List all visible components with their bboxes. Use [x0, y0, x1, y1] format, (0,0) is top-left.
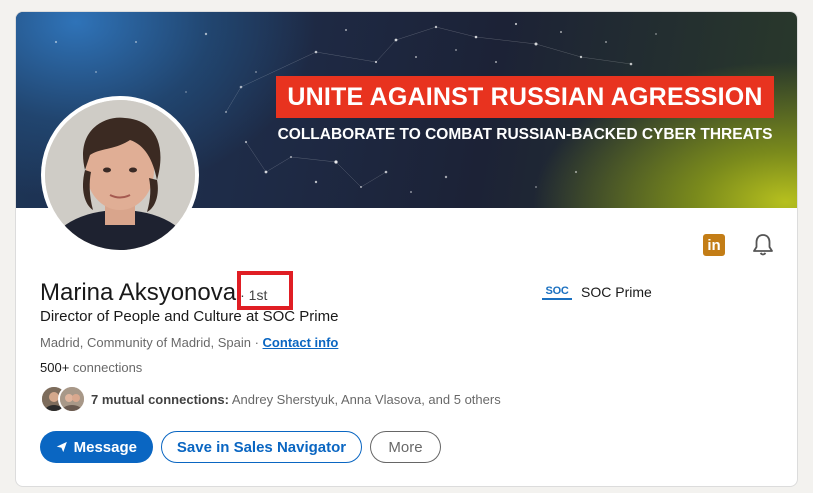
connections-label: connections: [72, 360, 143, 375]
location-row: Madrid, Community of Madrid, Spain · Con…: [40, 335, 338, 350]
banner-subline: COLLABORATE TO COMBAT RUSSIAN-BACKED CYB…: [277, 126, 773, 143]
save-sales-navigator-button[interactable]: Save in Sales Navigator: [161, 431, 362, 463]
more-button[interactable]: More: [370, 431, 441, 463]
message-label: Message: [73, 438, 137, 456]
banner-headline-box: UNITE AGAINST RUSSIAN AGRESSION: [276, 76, 774, 118]
name-row: Marina Aksyonova · 1st: [40, 279, 267, 307]
current-company[interactable]: SOC SOC Prime: [542, 284, 652, 300]
mutual-count: 7 mutual connections:: [91, 391, 229, 407]
soc-prime-logo: SOC: [542, 284, 572, 300]
mutual-avatars: [40, 385, 86, 413]
connections-number: 500+: [40, 360, 70, 375]
company-name: SOC Prime: [581, 284, 652, 300]
banner-headline: UNITE AGAINST RUSSIAN AGRESSION: [287, 82, 763, 111]
contact-info-link[interactable]: Contact info: [263, 335, 339, 350]
profile-headline: Director of People and Culture at SOC Pr…: [40, 308, 339, 325]
profile-name: Marina Aksyonova: [40, 279, 237, 306]
mutual-avatar: [58, 385, 86, 413]
degree-highlight-box: [237, 271, 293, 310]
profile-actions: Message Save in Sales Navigator More: [40, 431, 441, 463]
message-button[interactable]: Message: [40, 431, 153, 463]
connections-count[interactable]: 500+ connections: [40, 360, 142, 375]
profile-card: UNITE AGAINST RUSSIAN AGRESSION COLLABOR…: [15, 11, 798, 487]
mutual-names: Andrey Sherstyuk, Anna Vlasova, and 5 ot…: [231, 391, 501, 407]
profile-avatar[interactable]: [41, 96, 199, 254]
mutual-connections-text: 7 mutual connections: Andrey Sherstyuk, …: [91, 392, 501, 407]
profile-location: Madrid, Community of Madrid, Spain ·: [40, 335, 259, 350]
mutual-connections[interactable]: 7 mutual connections: Andrey Sherstyuk, …: [40, 385, 501, 413]
linkedin-icon[interactable]: in: [703, 234, 725, 256]
avatar-photo: [45, 100, 195, 250]
send-icon: [56, 441, 67, 453]
bell-icon[interactable]: [751, 232, 775, 258]
